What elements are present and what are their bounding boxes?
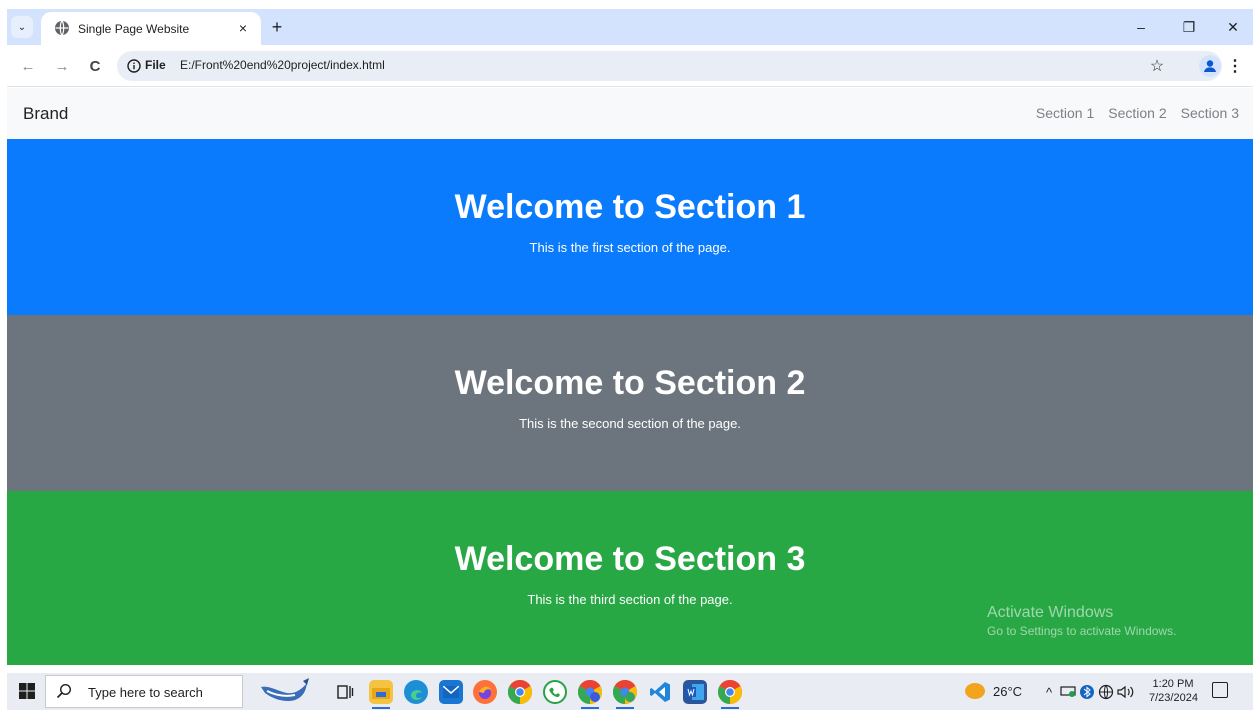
chrome-icon[interactable] [508, 680, 532, 704]
section-1-heading: Welcome to Section 1 [454, 188, 806, 226]
chrome-profile-n-active-indicator [616, 707, 634, 709]
person-icon [1204, 60, 1216, 72]
file-explorer-icon[interactable] [369, 680, 393, 704]
windows-start-icon[interactable] [17, 681, 37, 701]
tray-chevron-icon[interactable]: ^ [1040, 683, 1058, 701]
tab-title: Single Page Website [78, 22, 190, 36]
restore-button[interactable]: ❐ [1177, 15, 1201, 39]
envelope-glyph [443, 686, 459, 698]
word-icon[interactable] [683, 680, 707, 704]
nav-link-section-3[interactable]: Section 3 [1181, 105, 1239, 121]
nav-links: Section 1 Section 2 Section 3 [1036, 105, 1239, 121]
whale-search-highlight-icon[interactable] [259, 677, 313, 705]
chrome-glyph [508, 680, 532, 704]
nav-link-section-1[interactable]: Section 1 [1036, 105, 1094, 121]
clock-date: 7/23/2024 [1149, 692, 1198, 704]
profile-icon[interactable] [1199, 55, 1221, 77]
search-placeholder: Type here to search [88, 685, 203, 700]
weather-sun-icon[interactable] [965, 683, 985, 699]
reload-button[interactable]: C [84, 55, 106, 77]
tab-close-icon[interactable]: × [233, 18, 253, 38]
section-1-text: This is the first section of the page. [529, 240, 731, 255]
chrome-profile-a-icon[interactable] [578, 680, 602, 704]
folder-glyph [372, 688, 390, 699]
site-info-chip[interactable]: File [145, 58, 166, 72]
new-tab-button[interactable]: + [267, 17, 287, 37]
browser-menu-icon[interactable]: ⋮ [1227, 55, 1243, 77]
screen: ⌄ Single Page Website × + – ❐ ✕ ← → C Fi… [0, 0, 1253, 710]
minimize-button[interactable]: – [1129, 15, 1153, 39]
vscode-glyph [650, 682, 670, 702]
back-button[interactable]: ← [17, 55, 39, 77]
bluetooth-glyph [1080, 685, 1094, 699]
firefox-icon[interactable] [473, 680, 497, 704]
volume-icon[interactable] [1117, 683, 1135, 701]
chrome-profile-n-glyph [613, 680, 637, 704]
notifications-icon[interactable] [1212, 682, 1228, 698]
chrome-active-indicator [721, 707, 739, 709]
globe-icon [55, 20, 69, 36]
speaker-glyph [1117, 685, 1134, 699]
edge-icon[interactable] [404, 680, 428, 704]
task-view-icon[interactable] [333, 680, 357, 704]
windows-taskbar: Type here to search 26°C ^ 1:20 PM 7/23/… [7, 673, 1253, 710]
chrome-profile-n-icon[interactable] [613, 680, 637, 704]
activate-windows-watermark: Activate Windows Go to Settings to activ… [987, 603, 1176, 639]
globe-tray-glyph [1098, 684, 1114, 700]
bookmark-star-icon[interactable]: ☆ [1147, 56, 1167, 76]
brand-link[interactable]: Brand [23, 104, 68, 124]
search-icon [56, 683, 72, 699]
phone-glyph [549, 687, 560, 697]
taskbar-search-input[interactable]: Type here to search [45, 675, 243, 708]
forward-button[interactable]: → [51, 55, 73, 77]
info-icon[interactable] [127, 59, 141, 73]
chrome-profile-a-glyph [578, 680, 602, 704]
file-explorer-active-indicator [372, 707, 390, 709]
vscode-icon[interactable] [648, 680, 672, 704]
word-glyph [686, 684, 704, 700]
browser-toolbar: ← → C File E:/Front%20end%20project/inde… [7, 45, 1253, 87]
bluetooth-icon[interactable] [1078, 683, 1096, 701]
section-3-heading: Welcome to Section 3 [454, 540, 806, 578]
section-2-heading: Welcome to Section 2 [454, 364, 806, 402]
address-bar[interactable]: File E:/Front%20end%20project/index.html… [117, 51, 1222, 81]
language-globe-icon[interactable] [1097, 683, 1115, 701]
section-2-text: This is the second section of the page. [519, 416, 741, 431]
task-view-glyph [337, 685, 354, 699]
section-1: Welcome to Section 1 This is the first s… [7, 139, 1253, 315]
tab-strip: ⌄ Single Page Website × + – ❐ ✕ [7, 9, 1253, 45]
chrome-active-icon[interactable] [718, 680, 742, 704]
site-navbar: Brand Section 1 Section 2 Section 3 [7, 88, 1253, 139]
taskbar-clock[interactable]: 1:20 PM 7/23/2024 [1149, 677, 1198, 705]
chrome-active-glyph [718, 680, 742, 704]
weather-temperature[interactable]: 26°C [993, 684, 1022, 699]
close-window-button[interactable]: ✕ [1221, 15, 1245, 39]
section-2: Welcome to Section 2 This is the second … [7, 315, 1253, 491]
mail-icon[interactable] [439, 680, 463, 704]
network-tray-icon[interactable] [1059, 683, 1077, 701]
edge-glyph [411, 690, 422, 700]
watermark-subtitle: Go to Settings to activate Windows. [987, 624, 1177, 638]
clock-time: 1:20 PM [1152, 678, 1194, 690]
watermark-title: Activate Windows [987, 604, 1114, 621]
tab-search-button[interactable]: ⌄ [11, 16, 33, 38]
monitor-glyph [1060, 686, 1076, 697]
chrome-profile-a-active-indicator [581, 707, 599, 709]
page-viewport: Brand Section 1 Section 2 Section 3 Welc… [7, 88, 1253, 665]
nav-link-section-2[interactable]: Section 2 [1108, 105, 1166, 121]
tab-single-page-website[interactable]: Single Page Website × [41, 12, 261, 45]
firefox-glyph [479, 686, 491, 699]
url-text[interactable]: E:/Front%20end%20project/index.html [180, 58, 385, 72]
whatsapp-icon[interactable] [543, 680, 567, 704]
